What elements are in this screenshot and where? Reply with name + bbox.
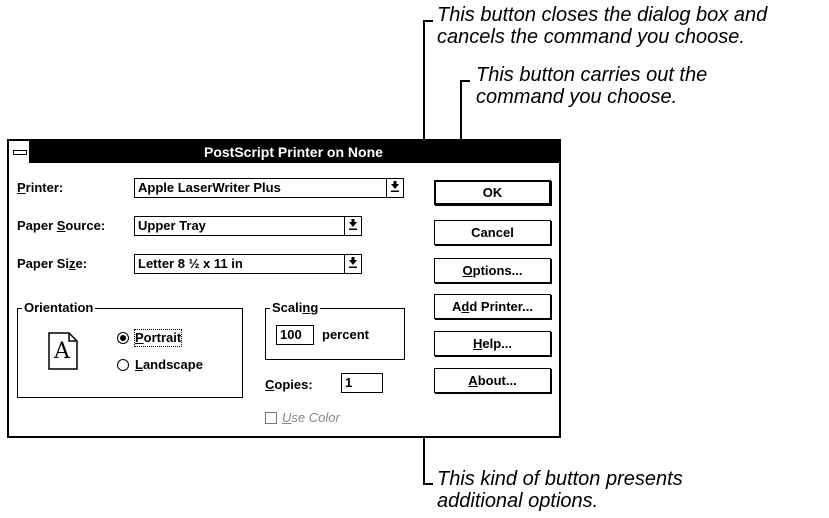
- ok-callout: This button carries out the command you …: [476, 64, 707, 108]
- cancel-leader-top-tick: [423, 20, 433, 22]
- orientation-group: Orientation A Portrait Landscape: [17, 300, 243, 398]
- portrait-page-icon: A: [48, 332, 78, 370]
- use-color-label[interactable]: Use Color: [282, 410, 340, 426]
- printer-select[interactable]: Apple LaserWriter Plus: [134, 178, 404, 198]
- cancel-callout: This button closes the dialog box and ca…: [437, 4, 767, 48]
- portrait-radio[interactable]: [117, 332, 129, 344]
- options-button[interactable]: Options...: [434, 258, 551, 283]
- scaling-group-title: Scaling: [270, 300, 321, 316]
- landscape-radio[interactable]: [117, 359, 129, 371]
- add-printer-button[interactable]: Add Printer...: [434, 294, 551, 319]
- ok-callout-line-1: This button carries out the: [476, 64, 708, 86]
- use-color-checkbox[interactable]: [265, 412, 277, 424]
- paper-source-label: Paper Source:: [17, 218, 106, 233]
- options-callout: This kind of button presents additional …: [437, 468, 683, 512]
- paper-source-value: Upper Tray: [138, 218, 206, 233]
- paper-source-dropdown-arrow-icon[interactable]: [344, 217, 361, 235]
- copies-input[interactable]: 1: [341, 373, 383, 393]
- landscape-label[interactable]: Landscape: [135, 357, 203, 373]
- title-bar: PostScript Printer on None: [9, 141, 559, 163]
- ok-button[interactable]: OK: [434, 180, 551, 205]
- paper-size-label: Paper Size:: [17, 256, 88, 271]
- orientation-group-title: Orientation: [22, 300, 96, 316]
- portrait-label[interactable]: Portrait: [133, 329, 183, 347]
- cancel-callout-line-1: This button closes the dialog box and: [437, 4, 768, 26]
- printer-setup-dialog: PostScript Printer on None Printer: Appl…: [7, 139, 561, 438]
- printer-dropdown-arrow-icon[interactable]: [386, 179, 403, 197]
- system-menu-icon[interactable]: [9, 141, 31, 163]
- options-callout-line-1: This kind of button presents: [437, 468, 683, 490]
- cancel-callout-line-2: cancels the command you choose.: [437, 26, 745, 48]
- printer-label: Printer:: [17, 180, 64, 195]
- help-button[interactable]: Help...: [434, 331, 551, 356]
- copies-label: Copies:: [265, 377, 313, 392]
- dialog-title: PostScript Printer on None: [204, 144, 383, 160]
- scaling-input[interactable]: 100: [276, 325, 314, 345]
- options-leader-bottom-tick: [423, 483, 433, 485]
- cancel-button[interactable]: Cancel: [434, 220, 551, 245]
- options-callout-line-2: additional options.: [437, 490, 599, 512]
- paper-size-select[interactable]: Letter 8 ½ x 11 in: [134, 254, 362, 274]
- paper-size-value: Letter 8 ½ x 11 in: [138, 256, 243, 271]
- ok-leader-top-tick: [460, 80, 470, 82]
- printer-value: Apple LaserWriter Plus: [138, 180, 281, 195]
- scaling-group: Scaling 100 percent: [265, 300, 405, 360]
- paper-size-dropdown-arrow-icon[interactable]: [344, 255, 361, 273]
- portrait-page-letter: A: [54, 339, 70, 364]
- paper-source-select[interactable]: Upper Tray: [134, 216, 362, 236]
- scaling-unit: percent: [322, 327, 369, 342]
- about-button[interactable]: About...: [434, 368, 551, 393]
- ok-callout-line-2: command you choose.: [476, 86, 678, 108]
